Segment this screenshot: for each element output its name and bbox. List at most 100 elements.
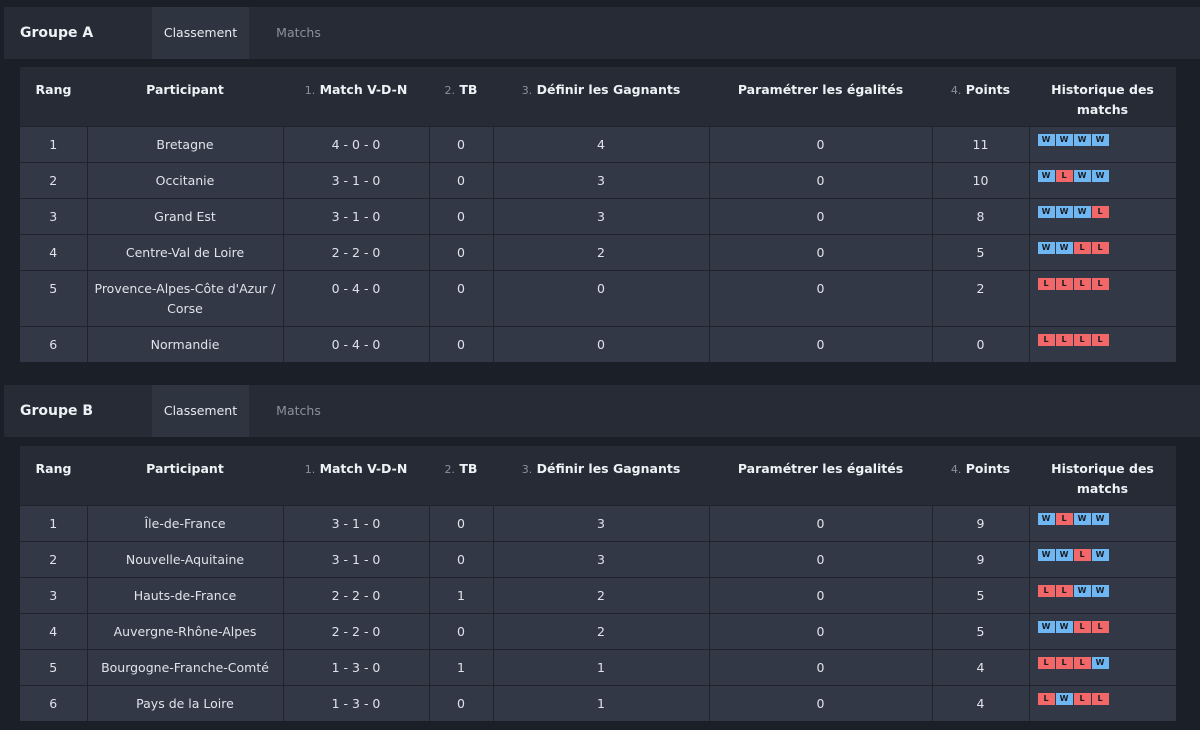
tb-cell: 0 [429, 326, 493, 362]
tb-cell: 1 [429, 649, 493, 685]
record-cell: 3 - 1 - 0 [283, 505, 429, 541]
col-tb[interactable]: 2. TB [429, 446, 493, 505]
rank-cell: 5 [20, 270, 87, 326]
ties-cell: 0 [709, 505, 932, 541]
history-badge: L [1038, 334, 1055, 346]
history-badge: L [1038, 278, 1055, 290]
winners-cell: 2 [493, 234, 709, 270]
col-match[interactable]: 1. Match V-D-N [283, 67, 429, 126]
points-cell: 2 [932, 270, 1029, 326]
col-num: 4. [951, 463, 962, 476]
participant-cell: Hauts-de-France [87, 577, 283, 613]
col-winners[interactable]: 3. Définir les Gagnants [493, 67, 709, 126]
table-row[interactable]: 5 Bourgogne-Franche-Comté 1 - 3 - 0 1 1 … [20, 649, 1176, 685]
col-history: Historique des matchs [1029, 446, 1176, 505]
col-rank[interactable]: Rang [20, 67, 87, 126]
history-badge: L [1074, 334, 1091, 346]
winners-cell: 0 [493, 326, 709, 362]
table-row[interactable]: 4 Auvergne-Rhône-Alpes 2 - 2 - 0 0 2 0 5… [20, 613, 1176, 649]
winners-cell: 3 [493, 162, 709, 198]
history-badge: L [1074, 242, 1091, 254]
history-badge: L [1074, 693, 1091, 705]
rank-cell: 4 [20, 613, 87, 649]
points-cell: 5 [932, 577, 1029, 613]
table-row[interactable]: 6 Pays de la Loire 1 - 3 - 0 0 1 0 4 LWL… [20, 685, 1176, 721]
table-row[interactable]: 1 Île-de-France 3 - 1 - 0 0 3 0 9 WLWW [20, 505, 1176, 541]
tab-matches[interactable]: Matchs [251, 385, 346, 437]
col-label: Match V-D-N [320, 82, 408, 97]
col-participant[interactable]: Participant [87, 67, 283, 126]
ties-cell: 0 [709, 685, 932, 721]
col-winners[interactable]: 3. Définir les Gagnants [493, 446, 709, 505]
record-cell: 0 - 4 - 0 [283, 326, 429, 362]
table-row[interactable]: 3 Grand Est 3 - 1 - 0 0 3 0 8 WWWL [20, 198, 1176, 234]
history-badge: W [1038, 242, 1055, 254]
table-row[interactable]: 6 Normandie 0 - 4 - 0 0 0 0 0 LLLL [20, 326, 1176, 362]
tab-matches[interactable]: Matchs [251, 7, 346, 59]
col-num: 2. [445, 84, 456, 97]
history-badge: W [1092, 549, 1109, 561]
col-participant[interactable]: Participant [87, 446, 283, 505]
table-row[interactable]: 1 Bretagne 4 - 0 - 0 0 4 0 11 WWWW [20, 126, 1176, 162]
col-history: Historique des matchs [1029, 67, 1176, 126]
winners-cell: 0 [493, 270, 709, 326]
history-badge: W [1056, 549, 1073, 561]
history-cell: LWLL [1029, 685, 1176, 721]
ties-cell: 0 [709, 326, 932, 362]
history-badge: L [1056, 278, 1073, 290]
col-label: Points [966, 82, 1010, 97]
tb-cell: 0 [429, 198, 493, 234]
winners-cell: 4 [493, 126, 709, 162]
participant-cell: Île-de-France [87, 505, 283, 541]
history-cell: WWWW [1029, 126, 1176, 162]
record-cell: 1 - 3 - 0 [283, 685, 429, 721]
table-row[interactable]: 3 Hauts-de-France 2 - 2 - 0 1 2 0 5 LLWW [20, 577, 1176, 613]
history-badge: W [1074, 585, 1091, 597]
history-badge: L [1092, 278, 1109, 290]
history-cell: LLLL [1029, 326, 1176, 362]
table-row[interactable]: 2 Occitanie 3 - 1 - 0 0 3 0 10 WLWW [20, 162, 1176, 198]
history-badge: L [1074, 278, 1091, 290]
points-cell: 0 [932, 326, 1029, 362]
winners-cell: 1 [493, 649, 709, 685]
points-cell: 9 [932, 505, 1029, 541]
col-points[interactable]: 4. Points [932, 446, 1029, 505]
winners-cell: 2 [493, 577, 709, 613]
history-badge: W [1038, 513, 1055, 525]
tab-standings[interactable]: Classement [152, 385, 249, 437]
history-badge: L [1056, 170, 1073, 182]
standings-table-group-b: Rang Participant 1. Match V-D-N 2. TB 3.… [20, 446, 1176, 721]
record-cell: 3 - 1 - 0 [283, 541, 429, 577]
col-num: 1. [305, 463, 316, 476]
history-badge: W [1074, 134, 1091, 146]
col-ties[interactable]: Paramétrer les égalités [709, 67, 932, 126]
record-cell: 3 - 1 - 0 [283, 198, 429, 234]
history-badge: W [1056, 206, 1073, 218]
col-rank[interactable]: Rang [20, 446, 87, 505]
group-title: Groupe B [20, 385, 93, 437]
history-badge: W [1074, 513, 1091, 525]
col-tb[interactable]: 2. TB [429, 67, 493, 126]
tb-cell: 0 [429, 505, 493, 541]
table-row[interactable]: 2 Nouvelle-Aquitaine 3 - 1 - 0 0 3 0 9 W… [20, 541, 1176, 577]
col-ties[interactable]: Paramétrer les égalités [709, 446, 932, 505]
history-badge: W [1056, 134, 1073, 146]
record-cell: 2 - 2 - 0 [283, 234, 429, 270]
participant-cell: Bretagne [87, 126, 283, 162]
history-cell: WLWW [1029, 505, 1176, 541]
history-badge: L [1092, 206, 1109, 218]
participant-cell: Occitanie [87, 162, 283, 198]
history-badge: L [1056, 585, 1073, 597]
col-points[interactable]: 4. Points [932, 67, 1029, 126]
rank-cell: 4 [20, 234, 87, 270]
points-cell: 9 [932, 541, 1029, 577]
ties-cell: 0 [709, 270, 932, 326]
rank-cell: 1 [20, 505, 87, 541]
table-row[interactable]: 4 Centre-Val de Loire 2 - 2 - 0 0 2 0 5 … [20, 234, 1176, 270]
history-badge: W [1056, 621, 1073, 633]
tb-cell: 0 [429, 270, 493, 326]
tb-cell: 0 [429, 234, 493, 270]
tab-standings[interactable]: Classement [152, 7, 249, 59]
table-row[interactable]: 5 Provence-Alpes-Côte d'Azur / Corse 0 -… [20, 270, 1176, 326]
col-match[interactable]: 1. Match V-D-N [283, 446, 429, 505]
